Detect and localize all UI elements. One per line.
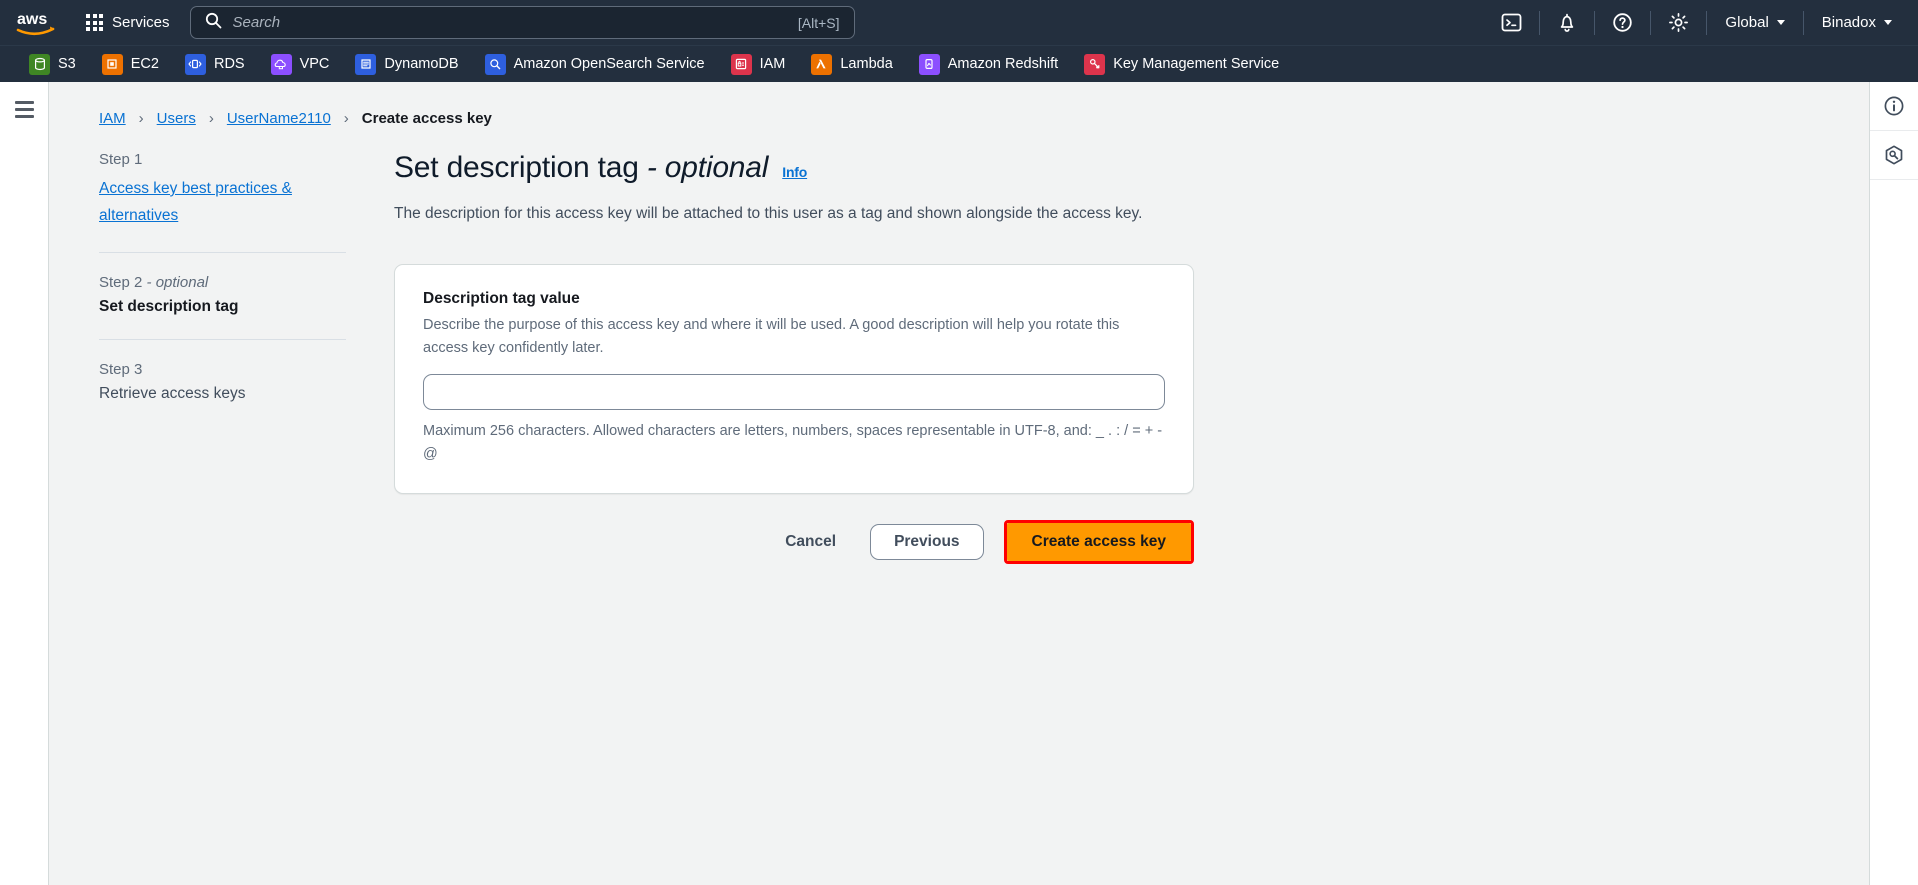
service-shortcut-ec2[interactable]: EC2 [89,46,172,82]
description-tag-card: Description tag value Describe the purpo… [394,264,1194,494]
opensearch-icon [484,53,506,75]
page-title-text: Set description tag [394,151,639,184]
services-menu-button[interactable]: Services [72,0,184,45]
step-divider [99,339,346,341]
region-selector[interactable]: Global [1707,0,1802,45]
vpc-icon [270,53,292,75]
lambda-icon [811,53,833,75]
service-shortcut-iam[interactable]: IAM [718,46,799,82]
app-shell: IAM › Users › UserName2110 › Create acce… [0,82,1918,885]
description-tag-help: Describe the purpose of this access key … [423,317,1120,356]
step-2-optional-suffix: - optional [142,274,209,292]
service-shortcut-redshift[interactable]: Amazon Redshift [906,46,1071,82]
cancel-button[interactable]: Cancel [765,525,856,559]
description-tag-constraint: Maximum 256 characters. Allowed characte… [423,423,1163,462]
breadcrumb-item-users[interactable]: Users [157,110,196,127]
service-shortcut-vpc[interactable]: VPC [258,46,343,82]
service-shortcut-kms[interactable]: Key Management Service [1071,46,1292,82]
ec2-icon [101,53,123,75]
hexagon-tool-icon[interactable] [1870,131,1918,180]
service-label: DynamoDB [384,56,459,72]
kms-icon [1084,53,1106,75]
wizard-step-2: Step 2 - optional Set description tag [99,274,354,316]
service-shortcut-opensearch[interactable]: Amazon OpenSearch Service [472,46,718,82]
region-label: Global [1725,14,1769,31]
info-panel-icon[interactable] [1870,82,1918,131]
step-1-label: Step 1 [99,151,143,168]
hamburger-menu-icon[interactable] [14,101,34,118]
description-tag-input[interactable] [423,374,1165,411]
right-rail [1869,82,1918,885]
step-3-label: Step 3 [99,361,143,379]
settings-gear-icon[interactable] [1651,0,1706,45]
help-question-icon[interactable] [1595,0,1650,45]
chevron-down-icon [1884,20,1892,25]
wizard-actions: Cancel Previous Create access key [394,519,1194,564]
wizard-step-3: Step 3 Retrieve access keys [99,361,354,403]
service-label: Lambda [840,56,893,72]
page-title-optional: - optional [646,151,769,184]
step-2-number: Step 2 [99,274,143,292]
step-divider [99,252,346,254]
cloudshell-icon[interactable] [1484,0,1539,45]
description-tag-label: Description tag value [423,290,580,308]
previous-button[interactable]: Previous [870,523,984,560]
redshift-icon [918,53,940,75]
breadcrumb-item-iam[interactable]: IAM [99,110,126,127]
breadcrumb-separator-icon: › [138,110,144,127]
aws-logo[interactable]: aws [0,0,72,45]
iam-icon [730,53,752,75]
service-label: IAM [759,56,786,72]
page-title: Set description tag - optional Info [394,151,1334,185]
step-3-title: Retrieve access keys [99,385,246,403]
service-shortcut-rds[interactable]: RDS [172,46,258,82]
service-label: EC2 [130,56,159,72]
service-shortcut-dynamodb[interactable]: DynamoDB [342,46,471,82]
rds-icon [184,53,206,75]
grid-apps-icon [86,14,103,31]
step-1-title-link[interactable]: Access key best practices & alternatives [99,180,292,224]
main-content-area: IAM › Users › UserName2110 › Create acce… [49,82,1869,885]
search-input[interactable] [232,14,790,31]
left-rail [0,82,49,885]
service-shortcut-s3[interactable]: S3 [16,46,89,82]
info-link[interactable]: Info [782,164,807,180]
chevron-down-icon [1776,20,1785,25]
wizard-step-1: Step 1 Access key best practices & alter… [99,151,354,229]
account-label: Binadox [1821,14,1876,31]
service-label: S3 [58,56,76,72]
step-2-title: Set description tag [99,298,239,316]
top-navigation-bar: aws Services [Alt+S] [0,0,1918,45]
service-shortcut-bar: S3 EC2 RDS VPC DynamoDB Amazon OpenSearc… [0,45,1918,82]
service-label: RDS [213,56,245,72]
breadcrumb-separator-icon: › [208,110,214,127]
step-2-label: Step 2 - optional [99,274,354,291]
service-label: VPC [299,56,330,72]
wizard-step-navigation: Step 1 Access key best practices & alter… [99,151,394,564]
create-access-key-button[interactable]: Create access key [1006,522,1191,561]
global-search-box[interactable]: [Alt+S] [189,6,855,39]
service-label: Amazon Redshift [947,56,1059,72]
dynamodb-icon [355,53,377,75]
breadcrumb-item-current: Create access key [361,110,492,127]
search-shortcut-hint: [Alt+S] [797,14,840,31]
breadcrumb-item-username[interactable]: UserName2110 [227,110,331,127]
wizard-main-panel: Set description tag - optional Info The … [394,151,1334,564]
account-menu[interactable]: Binadox [1804,0,1910,45]
svg-text:aws: aws [17,11,47,28]
search-icon [205,12,222,34]
top-nav-right-group: Global Binadox [1484,0,1918,45]
service-shortcut-lambda[interactable]: Lambda [798,46,905,82]
service-label: Amazon OpenSearch Service [513,56,705,72]
notifications-bell-icon[interactable] [1540,0,1594,45]
s3-icon [29,53,50,75]
create-access-key-highlight: Create access key [1003,519,1194,564]
breadcrumb: IAM › Users › UserName2110 › Create acce… [49,82,1869,127]
service-label: Key Management Service [1113,56,1280,72]
breadcrumb-separator-icon: › [343,110,349,127]
page-description: The description for this access key will… [394,205,1143,222]
services-label: Services [112,14,170,31]
wizard-container: Step 1 Access key best practices & alter… [49,127,1869,564]
